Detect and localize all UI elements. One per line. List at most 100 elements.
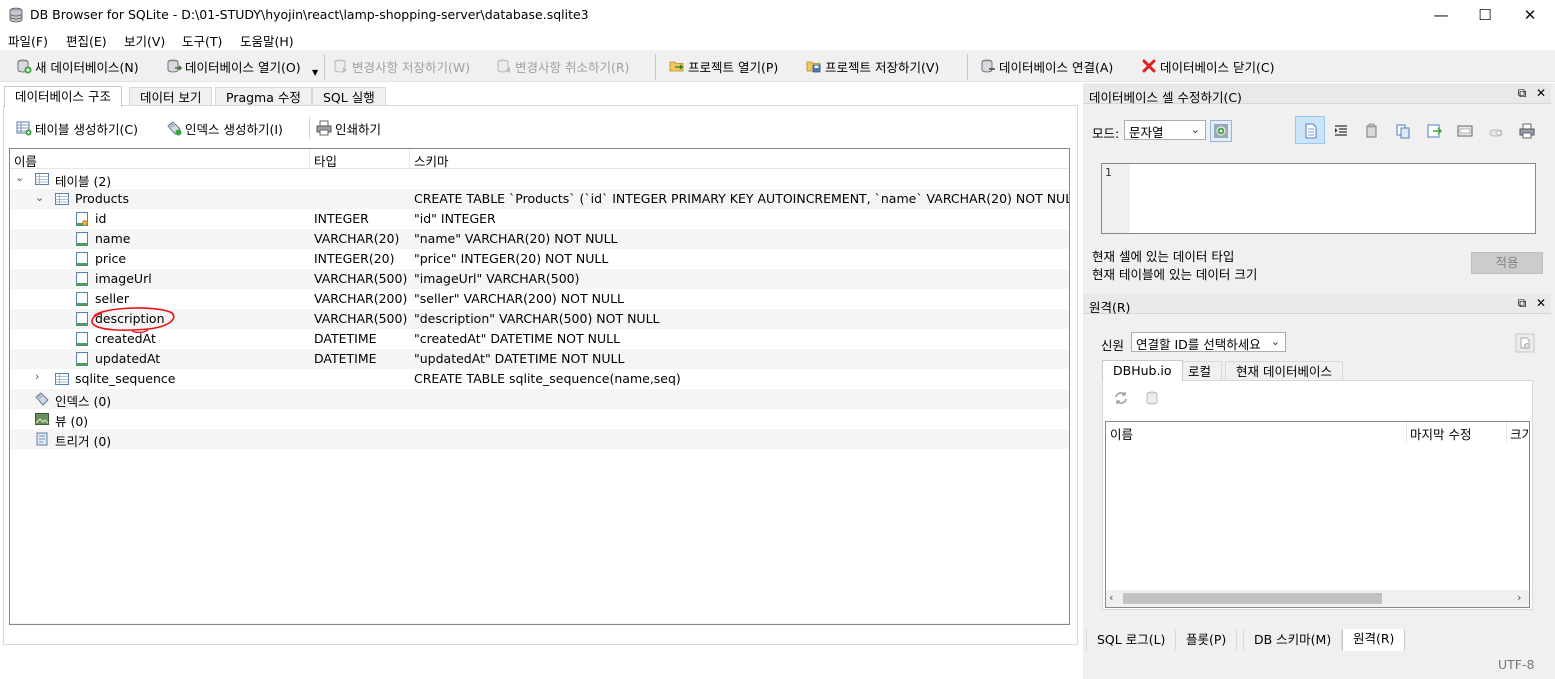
menu-edit[interactable]: 편집(E) — [66, 31, 107, 50]
create-index-icon — [167, 121, 182, 136]
tree-node-indices[interactable]: 인덱스 (0) — [10, 389, 1069, 409]
schema-text: "imageUrl" VARCHAR(500) — [414, 271, 580, 286]
column-header-name[interactable]: 이름 — [1110, 424, 1133, 443]
tab-browse-data[interactable]: 데이터 보기 — [129, 87, 213, 107]
column-divider[interactable] — [409, 149, 410, 169]
revert-changes-button[interactable]: 변경사항 취소하기(R) — [496, 56, 629, 76]
chevron-right-icon[interactable]: › — [35, 371, 45, 382]
scrollbar-thumb[interactable] — [1123, 593, 1382, 604]
float-dock-icon[interactable]: ⧉ — [1515, 86, 1529, 100]
tree-node-field[interactable]: price INTEGER(20) "price" INTEGER(20) NOT … — [10, 249, 1069, 269]
tree-node-field[interactable]: name VARCHAR(20) "name" VARCHAR(20) NOT NU… — [10, 229, 1069, 249]
float-dock-icon[interactable]: ⧉ — [1515, 296, 1529, 310]
field-name: createdAt — [95, 331, 156, 346]
create-table-button[interactable]: 테이블 생성하기(C) — [16, 118, 138, 138]
column-divider[interactable] — [1406, 422, 1407, 442]
menu-view[interactable]: 보기(V) — [124, 31, 165, 50]
scroll-right-icon[interactable]: › — [1058, 624, 1062, 625]
column-header-schema[interactable]: 스키마 — [414, 151, 449, 170]
printer-icon[interactable] — [1519, 123, 1535, 139]
open-database-button[interactable]: 데이터베이스 열기(O) — [166, 56, 301, 76]
close-dock-icon[interactable]: ✕ — [1534, 86, 1548, 100]
toggle-disabled-icon[interactable] — [1488, 125, 1504, 139]
scroll-left-icon[interactable]: ‹ — [13, 624, 17, 625]
tab-sql-log[interactable]: SQL 로그(L) — [1086, 630, 1177, 650]
scroll-left-icon[interactable]: ‹ — [1109, 591, 1113, 604]
tree-node-field[interactable]: id INTEGER "id" INTEGER — [10, 209, 1069, 229]
write-changes-button[interactable]: 변경사항 저장하기(W) — [333, 56, 470, 76]
tab-remote[interactable]: 원격(R) — [1342, 629, 1406, 651]
new-database-button[interactable]: 새 데이터베이스(N) — [16, 56, 139, 76]
open-project-button[interactable]: 프로젝트 열기(P) — [669, 56, 778, 76]
tab-dbhub[interactable]: DBHub.io — [1102, 360, 1183, 381]
copy-icon[interactable] — [1395, 123, 1411, 139]
tab-edit-pragmas[interactable]: Pragma 수정 — [215, 87, 312, 107]
horizontal-scrollbar[interactable]: ‹ › — [10, 623, 1069, 625]
column-header-last-modified[interactable]: 마지막 수정 — [1410, 424, 1471, 443]
revert-changes-label: 변경사항 취소하기(R) — [515, 59, 630, 75]
tree-node-tables[interactable]: ⌄ 테이블 (2) — [10, 169, 1069, 189]
export-icon[interactable] — [1426, 123, 1442, 139]
remote-file-list[interactable]: 이름 마지막 수정 크기 ‹ › — [1105, 421, 1530, 608]
set-null-icon[interactable] — [1457, 123, 1473, 139]
tree-label: Products — [75, 191, 129, 206]
tab-db-schema[interactable]: DB 스키마(M) — [1243, 630, 1343, 650]
import-file-icon[interactable] — [1364, 123, 1380, 139]
tree-node-sqlite-sequence[interactable]: › sqlite_sequence CREATE TABLE sqlite_se… — [10, 369, 1069, 389]
chevron-down-icon[interactable]: ⌄ — [35, 192, 45, 203]
tree-node-field[interactable]: description VARCHAR(500) "description" VAR… — [10, 309, 1069, 329]
column-header-name[interactable]: 이름 — [14, 151, 37, 170]
scroll-right-icon[interactable]: › — [1517, 591, 1521, 604]
word-wrap-button[interactable] — [1295, 116, 1325, 144]
menu-file[interactable]: 파일(F) — [8, 31, 48, 50]
column-divider[interactable] — [1506, 422, 1507, 442]
column-header-size[interactable]: 크기 — [1510, 424, 1529, 443]
tree-header: 이름 타입 스키마 — [10, 149, 1069, 169]
field-icon — [76, 232, 88, 246]
minimize-button[interactable]: — — [1418, 0, 1464, 30]
close-window-button[interactable]: ✕ — [1507, 0, 1553, 30]
field-icon — [76, 292, 88, 306]
apply-button[interactable]: 적용 — [1471, 252, 1543, 274]
create-index-button[interactable]: 인덱스 생성하기(I) — [166, 118, 283, 138]
refresh-icon[interactable] — [1113, 390, 1129, 406]
close-database-button[interactable]: 데이터베이스 닫기(C) — [1141, 56, 1274, 76]
schema-tree-view[interactable]: 이름 타입 스키마 ⌄ 테이블 (2) ⌄ Products CREATE TA… — [9, 148, 1070, 625]
column-divider[interactable] — [309, 149, 310, 169]
tree-node-triggers[interactable]: 트리거 (0) — [10, 429, 1069, 449]
schema-text: "name" VARCHAR(20) NOT NULL — [414, 231, 618, 246]
chevron-down-icon[interactable]: ⌄ — [15, 172, 25, 183]
tree-node-views[interactable]: 뷰 (0) — [10, 409, 1069, 429]
tab-current-database[interactable]: 현재 데이터베이스 — [1225, 361, 1343, 381]
tree-node-field[interactable]: seller VARCHAR(200) "seller" VARCHAR(200) … — [10, 289, 1069, 309]
auto-switch-mode-button[interactable] — [1210, 120, 1232, 142]
clone-database-icon[interactable] — [1145, 390, 1161, 406]
tree-node-field[interactable]: imageUrl VARCHAR(500) "imageUrl" VARCHAR(5… — [10, 269, 1069, 289]
tab-local[interactable]: 로컬 — [1177, 361, 1223, 381]
menu-help[interactable]: 도움말(H) — [240, 31, 294, 50]
tree-node-field[interactable]: createdAt DATETIME "createdAt" DATETIME NO… — [10, 329, 1069, 349]
attach-database-button[interactable]: 데이터베이스 연결(A) — [980, 56, 1113, 76]
mode-select[interactable]: 문자열 ⌄ — [1124, 120, 1206, 140]
maximize-button[interactable]: ☐ — [1462, 0, 1508, 30]
cell-type-info: 현재 셀에 있는 데이터 타입 — [1092, 249, 1235, 264]
mode-value: 문자열 — [1129, 125, 1164, 140]
menu-tools[interactable]: 도구(T) — [182, 31, 222, 50]
indent-icon[interactable] — [1333, 123, 1349, 139]
tree-node-products[interactable]: ⌄ Products CREATE TABLE `Products` (`id`… — [10, 189, 1069, 209]
print-button[interactable]: 인쇄하기 — [316, 118, 381, 138]
cell-editor[interactable]: 1 — [1101, 163, 1536, 234]
identity-select[interactable]: 연결할 ID를 선택하세요 ⌄ — [1131, 332, 1286, 352]
tab-execute-sql[interactable]: SQL 실행 — [312, 87, 386, 107]
tab-database-structure[interactable]: 데이터베이스 구조 — [4, 86, 122, 107]
open-dropdown-chevron-icon[interactable]: ▼ — [312, 68, 318, 77]
column-header-type[interactable]: 타입 — [314, 151, 337, 170]
close-dock-icon[interactable]: ✕ — [1534, 296, 1548, 310]
tree-node-field[interactable]: updatedAt DATETIME "updatedAt" DATETIME NO… — [10, 349, 1069, 369]
tab-plot[interactable]: 플롯(P) — [1175, 630, 1238, 650]
horizontal-scrollbar[interactable]: ‹ › — [1106, 590, 1529, 607]
save-project-button[interactable]: 프로젝트 저장하기(V) — [806, 56, 939, 76]
tree-label: 테이블 (2) — [55, 174, 112, 189]
attach-database-icon — [981, 59, 995, 73]
identity-settings-icon[interactable] — [1515, 333, 1535, 353]
